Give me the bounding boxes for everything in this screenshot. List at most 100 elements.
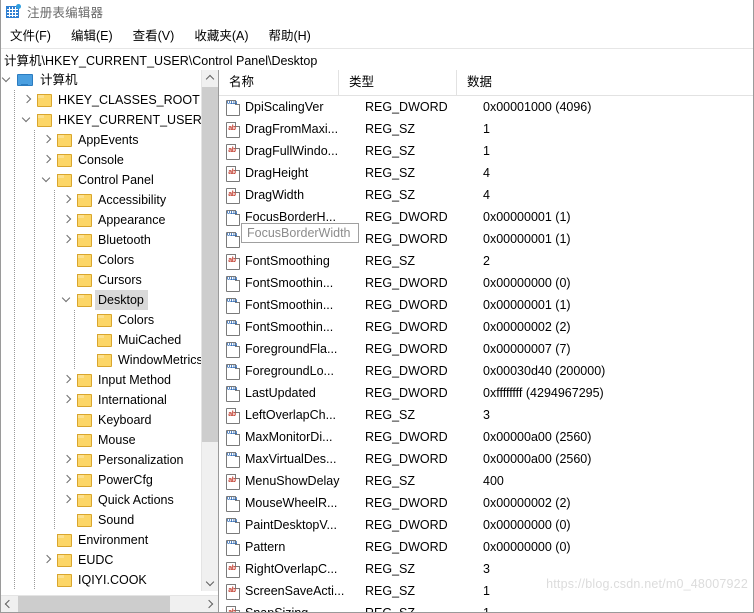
registry-values-list[interactable]: 011110DpiScalingVerREG_DWORD0x00001000 (… [219, 96, 754, 613]
chevron-right-icon[interactable] [40, 150, 56, 170]
tree-item--[interactable]: 计算机 [0, 70, 202, 90]
table-row[interactable]: 011110ForegroundLo... REG_DWORD 0x00030d40… [219, 360, 754, 382]
table-row[interactable]: ab DragFullWindo... REG_SZ 1 [219, 140, 754, 162]
dword-value-icon: 011110 [223, 517, 245, 534]
folder-icon [76, 433, 92, 447]
dword-value-icon: 011110 [223, 275, 245, 292]
table-row[interactable]: 011110MouseWheelR... REG_DWORD 0x00000002 … [219, 492, 754, 514]
tree-item-keyboard[interactable]: Keyboard [0, 410, 202, 430]
tree-item-eudc[interactable]: EUDC [0, 550, 202, 570]
value-name: FontSmoothin... [245, 276, 334, 290]
table-row[interactable]: 011110MaxMonitorDi... REG_DWORD 0x00000a00… [219, 426, 754, 448]
chevron-down-icon[interactable] [0, 70, 16, 90]
tree-item-windowmetrics[interactable]: WindowMetrics [0, 350, 203, 370]
table-row[interactable]: 011110FontSmoothin... REG_DWORD 0x00000000… [219, 272, 754, 294]
tree-item-console[interactable]: Console [0, 150, 202, 170]
chevron-right-icon[interactable] [60, 210, 76, 230]
address-bar[interactable]: 计算机\HKEY_CURRENT_USER\Control Panel\Desk… [0, 48, 754, 71]
tree-guide-line [34, 530, 35, 550]
tree-item-personalization[interactable]: Personalization [0, 450, 202, 470]
tree-item-appearance[interactable]: Appearance [0, 210, 202, 230]
tree-item-control-panel[interactable]: Control Panel [0, 170, 202, 190]
value-data: 0x00000a00 (2560) [483, 430, 592, 444]
dword-value-icon: 011110 [223, 363, 245, 380]
menu-view[interactable]: 查看(V) [130, 23, 185, 47]
table-row[interactable]: ab DragHeight REG_SZ 4 [219, 162, 754, 184]
table-row[interactable]: 011110PaintDesktopV... REG_DWORD 0x0000000… [219, 514, 754, 536]
tree-item-environment[interactable]: Environment [0, 530, 202, 550]
chevron-down-icon[interactable] [20, 110, 36, 130]
column-header-data[interactable]: 数据 [457, 70, 754, 95]
menu-help[interactable]: 帮助(H) [265, 23, 320, 47]
tree-hscrollbar-thumb[interactable] [18, 596, 170, 613]
chevron-right-icon[interactable] [40, 130, 56, 150]
tree-item-bluetooth[interactable]: Bluetooth [0, 230, 202, 250]
tree-guide-line [34, 370, 35, 390]
menu-file[interactable]: 文件(F) [7, 23, 61, 47]
chevron-right-icon[interactable] [60, 470, 76, 490]
chevron-right-icon[interactable] [60, 230, 76, 250]
tree-item-colors[interactable]: Colors [0, 250, 202, 270]
tree-item-appevents[interactable]: AppEvents [0, 130, 202, 150]
table-row[interactable]: 011110Pattern REG_DWORD 0x00000000 (0) [219, 536, 754, 558]
tree-item-sound[interactable]: Sound [0, 510, 202, 530]
chevron-right-icon[interactable] [60, 450, 76, 470]
chevron-right-icon[interactable] [60, 490, 76, 510]
tree-scrollbar-thumb[interactable] [202, 87, 218, 442]
table-row[interactable]: ab DragWidth REG_SZ 4 [219, 184, 754, 206]
value-data: 1 [483, 122, 490, 136]
scroll-left-arrow-icon[interactable] [0, 596, 17, 613]
tree-guide-line [34, 130, 35, 150]
tree-vertical-scrollbar[interactable] [201, 70, 218, 591]
tree-item-quick-actions[interactable]: Quick Actions [0, 490, 202, 510]
table-row[interactable]: ab DragFromMaxi... REG_SZ 1 [219, 118, 754, 140]
table-row[interactable]: ab FontSmoothing REG_SZ 2 [219, 250, 754, 272]
tree-item-input-method[interactable]: Input Method [0, 370, 202, 390]
chevron-right-icon[interactable] [20, 90, 36, 110]
menu-favorites[interactable]: 收藏夹(A) [191, 23, 258, 47]
table-row[interactable]: 011110DpiScalingVer REG_DWORD 0x00001000 (… [219, 96, 754, 118]
table-row[interactable]: ab SnapSizing REG_SZ 1 [219, 602, 754, 613]
tree-horizontal-scrollbar[interactable] [0, 595, 218, 613]
chevron-right-icon[interactable] [60, 190, 76, 210]
tree-item-label: EUDC [78, 553, 114, 567]
tree-item-muicached[interactable]: MuiCached [0, 330, 202, 350]
tree-item-hkey-current-user[interactable]: HKEY_CURRENT_USER [0, 110, 202, 130]
table-row[interactable]: 011110MaxVirtualDes... REG_DWORD 0x00000a0… [219, 448, 754, 470]
column-header-type[interactable]: 类型 [339, 70, 457, 95]
folder-icon [96, 333, 112, 347]
chevron-right-icon[interactable] [60, 370, 76, 390]
table-row[interactable]: 011110LastUpdated REG_DWORD 0xffffffff (42… [219, 382, 754, 404]
registry-tree[interactable]: 计算机 HKEY_CLASSES_ROOT HKEY_CURRENT_USER App… [0, 70, 218, 591]
chevron-down-icon[interactable] [60, 290, 76, 310]
scroll-down-arrow-icon[interactable] [202, 574, 218, 591]
tree-item-iqiyi-cook[interactable]: IQIYI.COOK [0, 570, 202, 590]
tree-item-powercfg[interactable]: PowerCfg [0, 470, 202, 490]
tree-item-accessibility[interactable]: Accessibility [0, 190, 202, 210]
table-row[interactable]: ab LeftOverlapCh... REG_SZ 3 [219, 404, 754, 426]
tree-guide-line [54, 270, 55, 290]
column-header-name[interactable]: 名称 [219, 70, 339, 95]
tree-guide-line [54, 230, 55, 250]
table-row[interactable]: ab MenuShowDelay REG_SZ 400 [219, 470, 754, 492]
tree-item-colors[interactable]: Colors [0, 310, 202, 330]
value-name: MaxMonitorDi... [245, 430, 333, 444]
table-row[interactable]: 011110FontSmoothin... REG_DWORD 0x00000002… [219, 316, 754, 338]
table-row[interactable]: 011110ForegroundFla... REG_DWORD 0x0000000… [219, 338, 754, 360]
tree-item-cursors[interactable]: Cursors [0, 270, 202, 290]
chevron-down-icon[interactable] [40, 170, 56, 190]
menu-edit[interactable]: 编辑(E) [68, 23, 123, 47]
tree-item-international[interactable]: International [0, 390, 202, 410]
tree-connector [60, 250, 76, 270]
chevron-right-icon[interactable] [60, 390, 76, 410]
table-row[interactable]: 011110FontSmoothin... REG_DWORD 0x00000001… [219, 294, 754, 316]
rename-value-input[interactable]: FocusBorderWidth [241, 223, 359, 243]
chevron-right-icon[interactable] [40, 550, 56, 570]
tree-item-desktop[interactable]: Desktop [0, 290, 202, 310]
scroll-up-arrow-icon[interactable] [202, 70, 218, 87]
tree-item-hkey-classes-root[interactable]: HKEY_CLASSES_ROOT [0, 90, 202, 110]
tree-item-mouse[interactable]: Mouse [0, 430, 202, 450]
scroll-right-arrow-icon[interactable] [201, 596, 218, 613]
